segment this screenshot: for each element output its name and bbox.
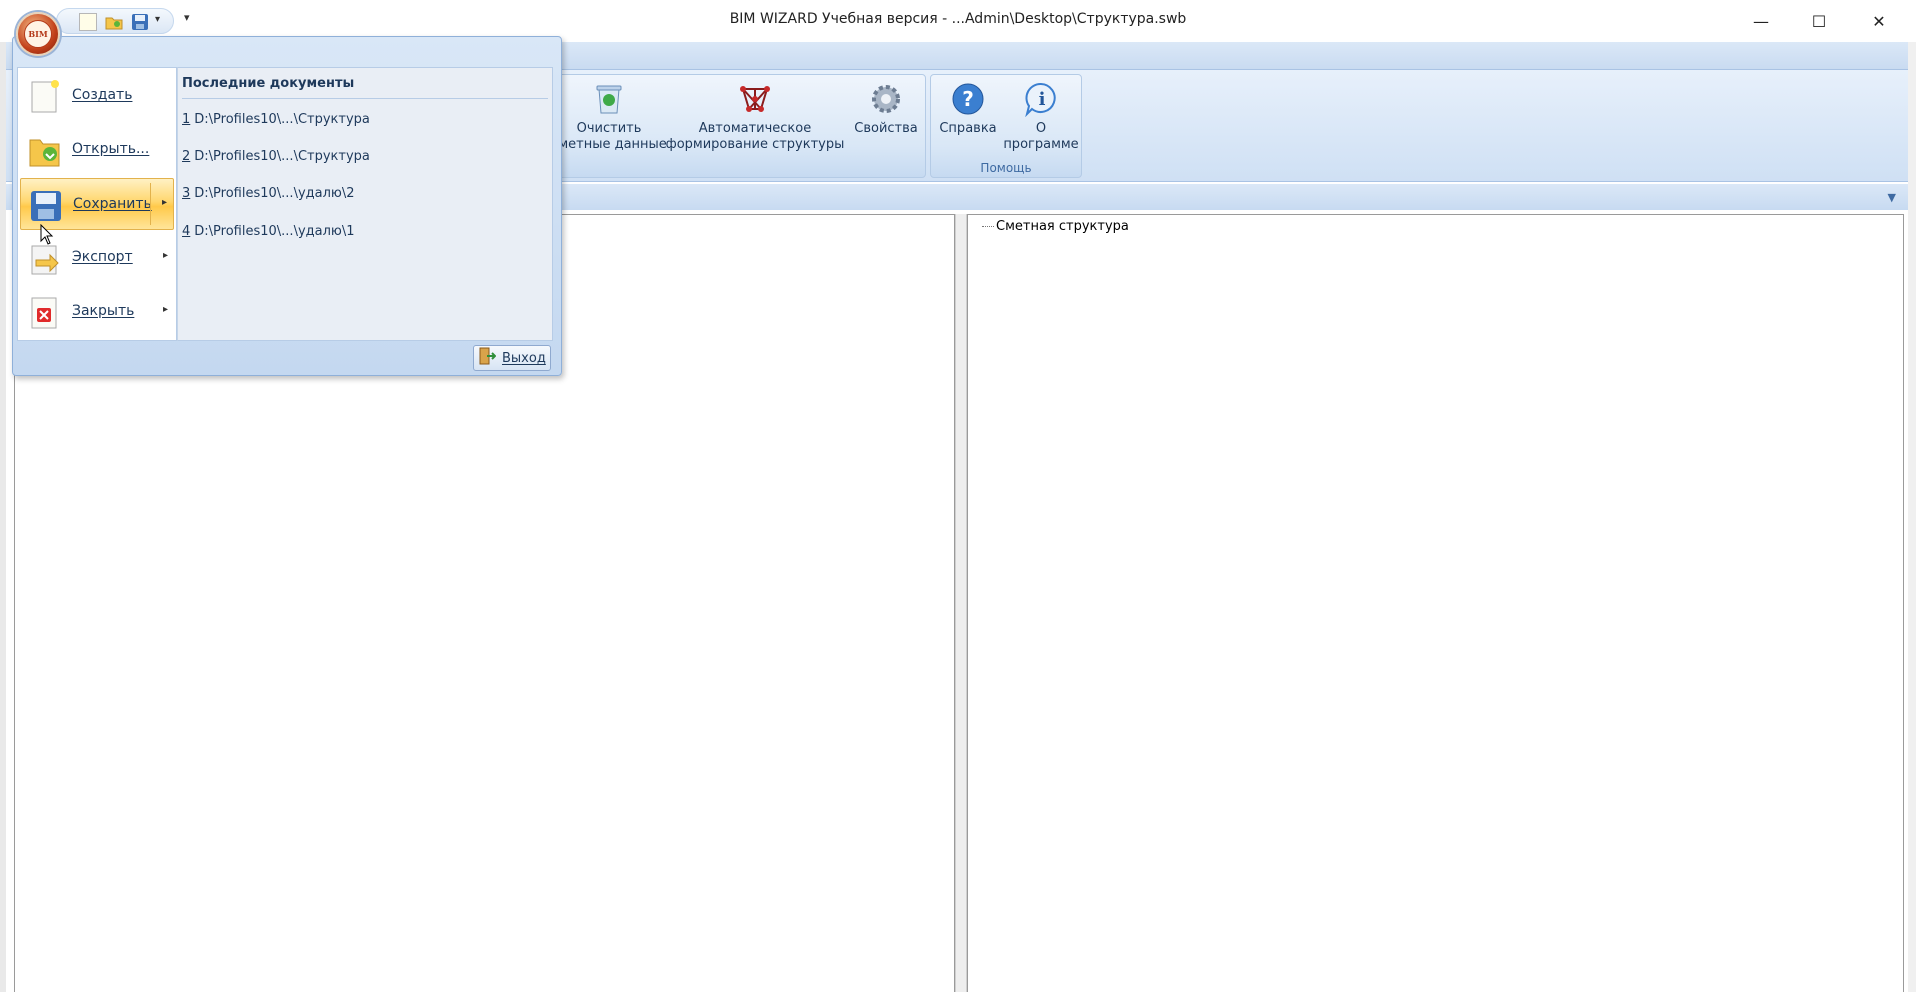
orb-text: BIM (28, 29, 48, 39)
customize-toolbar-icon[interactable]: ▾ (184, 11, 190, 24)
structure-icon (737, 81, 773, 117)
new-document-icon (28, 78, 62, 114)
quick-access-toolbar: ▾ (56, 8, 174, 34)
minimize-button[interactable]: — (1738, 6, 1784, 36)
bim-logo-icon: BIM (24, 20, 52, 48)
clear-label-2: сметные данные (551, 137, 667, 152)
recent-path: D:\Profiles10\...\удалю\2 (194, 186, 355, 201)
menu-item-create-label: Создать (72, 87, 133, 103)
open-folder-icon[interactable] (105, 13, 123, 31)
export-submenu-arrow-icon[interactable]: ▸ (163, 250, 168, 261)
recent-num: 4 (182, 224, 191, 239)
close-submenu-arrow-icon[interactable]: ▸ (163, 304, 168, 315)
auto-structure-label-2: формирование структуры (665, 137, 845, 152)
menu-item-open[interactable]: Открыть... (20, 124, 174, 176)
about-label-1: О (1035, 121, 1047, 136)
auto-structure-button[interactable]: Автоматическое формирование структуры (665, 81, 845, 153)
exit-label: Выход (502, 350, 546, 366)
ribbon-group-help: ? Справка i О программе Помощь (930, 74, 1082, 178)
right-edge (1908, 42, 1916, 992)
help-group-label: Помощь (980, 161, 1032, 175)
maximize-button[interactable]: ☐ (1796, 6, 1842, 36)
recent-separator (182, 98, 548, 99)
info-icon: i (1023, 81, 1059, 118)
clear-estimate-data-button[interactable]: Очистить сметные данные (549, 81, 669, 153)
recent-document-item[interactable]: 2 D:\Profiles10\...\Структура (182, 149, 370, 164)
application-button[interactable]: BIM (16, 12, 60, 56)
recent-document-item[interactable]: 1 D:\Profiles10\...\Структура (182, 112, 370, 127)
menu-item-close[interactable]: Закрыть ▸ (20, 286, 174, 338)
structure-tree-pane[interactable]: Сметная структура (967, 214, 1904, 992)
svg-text:i: i (1039, 89, 1046, 110)
help-button[interactable]: ? Справка (935, 81, 1001, 137)
gear-icon (868, 81, 904, 117)
svg-text:?: ? (962, 87, 974, 111)
recent-documents-panel: Последние документы 1 D:\Profiles10\...\С… (177, 67, 553, 341)
menu-item-save-label: Сохранить (73, 196, 152, 212)
save-dropdown-icon[interactable]: ▾ (155, 14, 160, 25)
recent-documents-title: Последние документы (182, 76, 355, 91)
application-window: BIM WIZARD Учебная версия - ...Admin\Des… (0, 0, 1916, 992)
ribbon-group-structure: Очистить сметные данные Автоматическое ф… (548, 74, 926, 178)
about-button[interactable]: i О программе (1003, 81, 1079, 153)
window-title: BIM WIZARD Учебная версия - ...Admin\Des… (729, 11, 1187, 27)
help-label: Справка (939, 121, 997, 136)
application-menu: Создать Открыть... Сохранить ▸ Экспорт ▸… (12, 36, 562, 376)
left-edge (0, 42, 6, 992)
help-icon: ? (950, 81, 986, 117)
collapse-arrow-icon[interactable]: ▼ (1888, 191, 1896, 204)
open-folder-icon (28, 132, 62, 168)
save-submenu-arrow-icon[interactable]: ▸ (162, 197, 167, 208)
save-icon (29, 187, 63, 223)
about-label-2: программе (1003, 137, 1079, 152)
submenu-separator (150, 183, 151, 225)
close-document-icon (28, 294, 62, 330)
recent-path: D:\Profiles10\...\удалю\1 (194, 224, 355, 239)
save-icon[interactable] (131, 13, 149, 31)
recent-num: 1 (182, 112, 191, 127)
clear-label-1: Очистить (576, 121, 642, 136)
app-menu-commands: Создать Открыть... Сохранить ▸ Экспорт ▸… (17, 67, 177, 341)
recent-path: D:\Profiles10\...\Структура (194, 112, 370, 127)
pane-splitter[interactable] (955, 214, 967, 992)
mouse-cursor-icon (40, 224, 54, 245)
menu-item-export-label: Экспорт (72, 249, 133, 265)
menu-item-create[interactable]: Создать (20, 70, 174, 122)
recent-document-item[interactable]: 4 D:\Profiles10\...\удалю\1 (182, 224, 355, 239)
auto-structure-label-1: Автоматическое (698, 121, 812, 136)
menu-item-save[interactable]: Сохранить ▸ (20, 178, 174, 230)
menu-item-close-label: Закрыть (72, 303, 135, 319)
recent-num: 2 (182, 149, 191, 164)
recent-path: D:\Profiles10\...\Структура (194, 149, 370, 164)
new-document-icon[interactable] (79, 13, 97, 31)
exit-icon (478, 347, 497, 369)
close-window-button[interactable]: ✕ (1856, 6, 1902, 36)
recent-document-item[interactable]: 3 D:\Profiles10\...\удалю\2 (182, 186, 355, 201)
properties-button[interactable]: Свойства (851, 81, 921, 137)
exit-button[interactable]: Выход (473, 345, 551, 371)
tree-root-node[interactable]: Сметная структура (982, 219, 1129, 234)
recent-num: 3 (182, 186, 191, 201)
properties-label: Свойства (854, 121, 918, 136)
recycle-bin-icon (591, 81, 627, 117)
menu-item-open-label: Открыть... (72, 141, 150, 157)
